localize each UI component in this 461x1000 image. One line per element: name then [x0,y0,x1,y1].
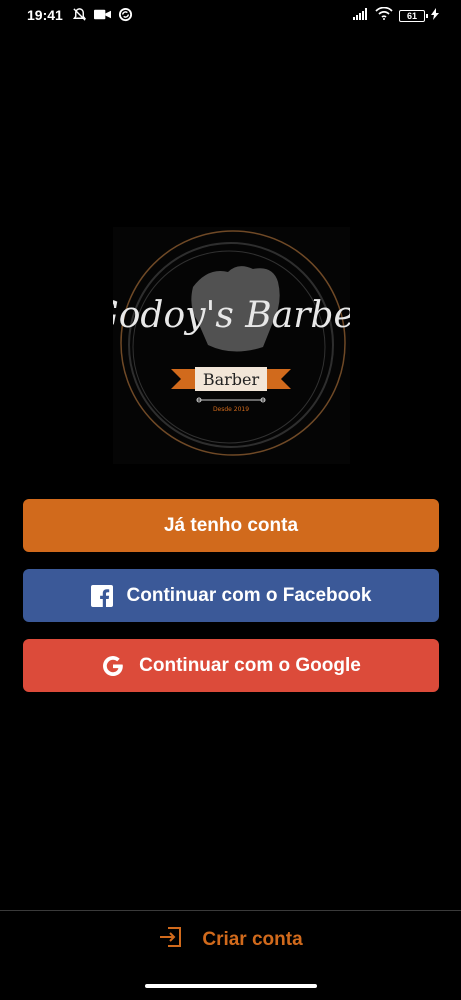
svg-text:Barber: Barber [203,370,260,389]
login-button-label: Já tenho conta [163,514,299,536]
charging-icon [431,7,439,25]
wifi-icon [375,6,393,25]
svg-text:Desde 2019: Desde 2019 [213,406,249,413]
video-camera-icon [94,8,111,26]
barber-logo: Godoy's Barber Barber Desde 2019 [90,227,374,464]
facebook-login-button[interactable]: Continuar com o Facebook [23,569,439,622]
status-bar: 19:41 61 [0,0,461,32]
facebook-button-label: Continuar com o Facebook [126,584,372,606]
signal-icon [353,7,369,25]
google-login-button[interactable]: Continuar com o Google [23,639,439,692]
battery-icon: 61 [399,10,428,22]
google-button-label: Continuar com o Google [139,654,361,676]
create-account-label: Criar conta [202,929,303,950]
logo-script-text: Godoy's Barber [113,295,350,336]
facebook-icon [90,584,113,607]
alarm-off-icon [72,7,87,27]
sync-icon [118,7,133,27]
sign-in-arrow-icon [158,926,184,954]
status-right-icons: 61 [353,6,439,25]
footer-divider [0,910,461,911]
google-icon [101,654,125,678]
create-account-button[interactable]: Criar conta [0,925,461,955]
login-button[interactable]: Já tenho conta [23,499,439,552]
home-indicator[interactable] [145,984,317,988]
status-time: 19:41 [27,7,63,23]
status-left-icons [72,7,133,27]
